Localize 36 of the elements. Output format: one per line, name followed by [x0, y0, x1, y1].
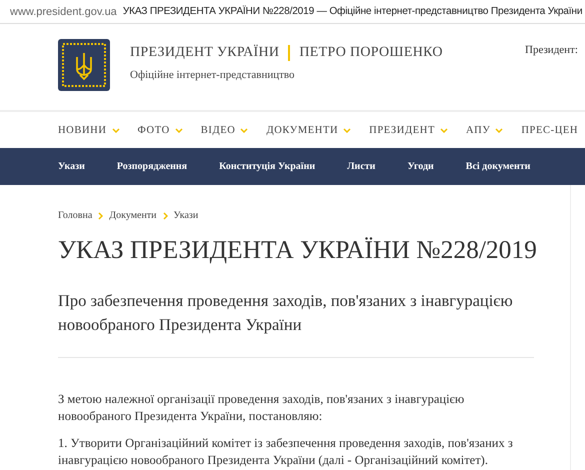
- documents-menu-item[interactable]: Розпорядження: [116, 161, 188, 172]
- address-bar[interactable]: www.president.gov.ua УКАЗ ПРЕЗИДЕНТА УКРАЇНИ №228/2019 — Офіційне інтернет-представництво Президента України: [0, 0, 585, 24]
- breadcrumb-link[interactable]: Укази: [174, 210, 198, 221]
- documents-menu-item[interactable]: Листи: [347, 161, 376, 172]
- breadcrumb-link[interactable]: Документи: [109, 210, 157, 221]
- chevron-down-icon: [495, 128, 504, 132]
- documents-menu-item[interactable]: Всі документи: [466, 161, 530, 172]
- president-label: Президент:: [525, 44, 578, 56]
- documents-menu-item[interactable]: Конституція України: [219, 161, 316, 172]
- document-subtitle: Про забезпечення проведення заходів, пов'язаних з інавгурацією новообраного Президента України: [58, 290, 514, 336]
- page-title: УКАЗ ПРЕЗИДЕНТА УКРАЇНИ №228/2019 — Офіційне інтернет-представництво Президента України: [122, 6, 582, 17]
- chevron-down-icon: [174, 128, 183, 132]
- documents-menu-item[interactable]: Угоди: [407, 161, 434, 172]
- documents-menu-item[interactable]: Укази: [58, 161, 85, 172]
- nav-item[interactable]: ВІДЕО: [200, 124, 248, 136]
- breadcrumb-link[interactable]: Головна: [58, 210, 92, 221]
- chevron-down-icon: [440, 128, 448, 132]
- nav-item[interactable]: АПУ: [466, 124, 504, 136]
- chevron-down-icon: [343, 128, 352, 132]
- trident-logo[interactable]: [58, 39, 110, 91]
- chevron-right-icon: [162, 212, 168, 220]
- document-paragraph: 1. Утворити Організаційний комітет із забезпечення проведення заходів, пов'язаних з інавгурацією новообраного Президента України (далі - Організаційний комітет).: [58, 435, 514, 469]
- url-text: www.president.gov.ua: [10, 6, 117, 18]
- chevron-down-icon: [112, 128, 120, 132]
- chevron-down-icon: [240, 128, 248, 132]
- nav-item[interactable]: НОВИНИ: [58, 124, 120, 136]
- document-paragraph: З метою належної організації проведення заходів, пов'язаних з інавгурацією новообраного Президента України, постановляю:: [58, 391, 466, 425]
- chevron-right-icon: [98, 212, 104, 220]
- document-title: УКАЗ ПРЕЗИДЕНТА УКРАЇНИ №228/2019: [58, 235, 534, 265]
- site-title: ПРЕЗИДЕНТ УКРАЇНИ: [130, 45, 280, 61]
- nav-item[interactable]: ФОТО: [138, 124, 183, 136]
- site-subtitle: Офіційне інтернет-представництво: [130, 69, 296, 81]
- president-name: ПЕТРО ПОРОШЕНКО: [299, 45, 443, 61]
- nav-item[interactable]: ПРЕС-ЦЕН: [521, 124, 578, 136]
- nav-item[interactable]: ПРЕЗИДЕНТ: [369, 124, 448, 136]
- nav-item[interactable]: ДОКУМЕНТИ: [266, 124, 352, 136]
